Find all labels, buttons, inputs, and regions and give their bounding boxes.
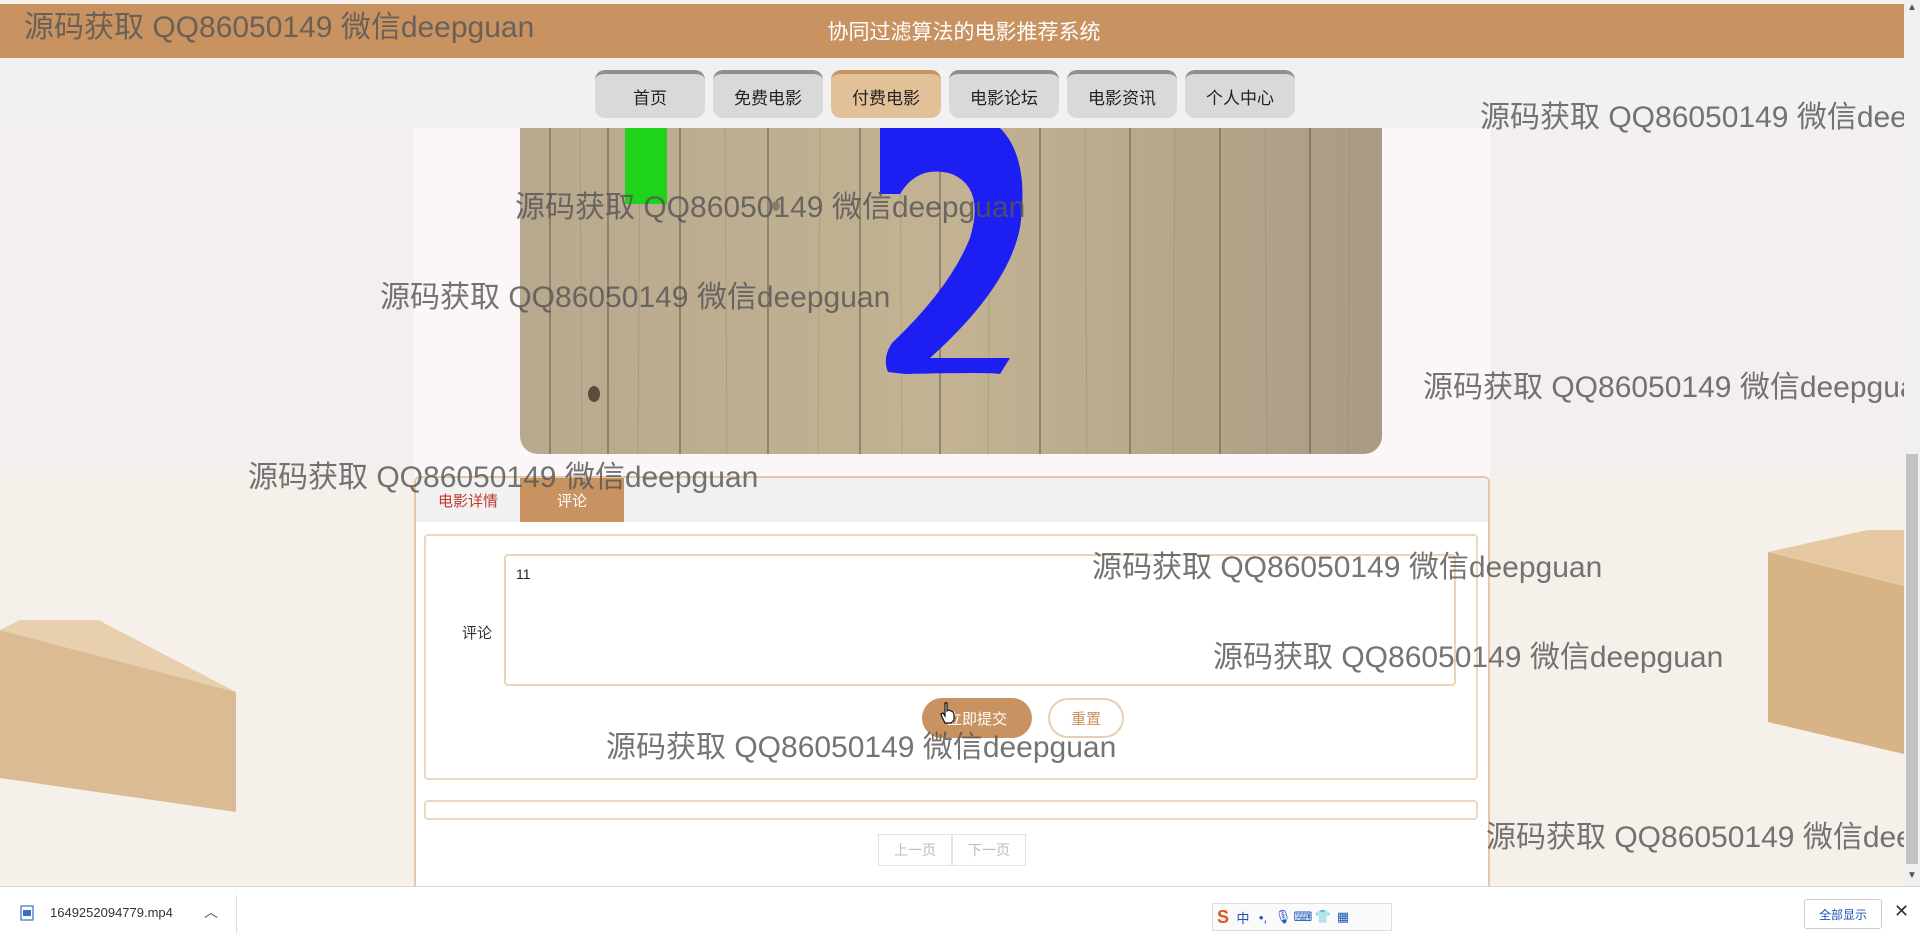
nav-item-news[interactable]: 电影资讯 [1067, 70, 1177, 118]
watermark: 源码获取 QQ86050149 微信deepguan [1092, 551, 1603, 584]
decorative-box-right [1768, 530, 1904, 754]
page-scrollbar[interactable]: ▲ ▼ [1904, 0, 1920, 886]
comment-label: 评论 [462, 625, 493, 642]
watermark: 源码获取 QQ86050149 微信deepguan [1480, 101, 1904, 134]
nav-item-paid-movies[interactable]: 付费电影 [831, 70, 941, 118]
page: 协同过滤算法的电影推荐系统 首页 免费电影 付费电影 电影论坛 电影资讯 个人中… [0, 0, 1904, 886]
nav-item-forum[interactable]: 电影论坛 [949, 70, 1059, 118]
scroll-down-icon[interactable]: ▼ [1907, 870, 1917, 881]
main-nav: 首页 免费电影 付费电影 电影论坛 电影资讯 个人中心 [595, 70, 1295, 118]
watermark: 源码获取 QQ86050149 微信deepguan [1213, 641, 1724, 674]
ime-mode-toggle[interactable]: 中 [1233, 906, 1253, 928]
video-file-icon [20, 905, 34, 921]
nav-item-home[interactable]: 首页 [595, 70, 705, 118]
ime-toolbar: S 中 •, 🎙 ⌨ 👕 ▦ [1212, 903, 1392, 931]
pagination: 上一页 下一页 [878, 834, 1026, 866]
detail-panel: 电影详情 评论 评论 立即提交 重置 上一页 下一页 [414, 476, 1490, 886]
watermark: 源码获取 QQ86050149 微信deepguan [1486, 821, 1904, 854]
chevron-up-icon[interactable]: ︿ [204, 902, 218, 922]
scrollbar-thumb[interactable] [1906, 454, 1918, 864]
watermark: 源码获取 QQ86050149 微信deepguan [606, 731, 1117, 764]
watermark: 源码获取 QQ86050149 微信deepguan [24, 11, 535, 44]
hand-cursor-icon [940, 702, 955, 724]
scroll-up-icon[interactable]: ▲ [1907, 2, 1917, 13]
show-all-button[interactable]: 全部显示 [1804, 899, 1882, 929]
download-bar: 1649252094779.mp4 ︿ S 中 •, 🎙 ⌨ 👕 ▦ 全部显示 … [0, 886, 1920, 941]
watermark: 源码获取 QQ86050149 微信deepguan [380, 281, 891, 314]
watermark: 源码获取 QQ86050149 微信deepguan [515, 191, 1026, 224]
microphone-icon[interactable]: 🎙 [1273, 906, 1293, 928]
download-file-name[interactable]: 1649252094779.mp4 [50, 905, 173, 920]
keyboard-icon[interactable]: ⌨ [1293, 906, 1313, 928]
punctuation-icon[interactable]: •, [1253, 906, 1273, 928]
comment-list [424, 800, 1478, 820]
toolbox-grid-icon[interactable]: ▦ [1333, 906, 1353, 928]
sogou-logo-icon[interactable]: S [1213, 906, 1233, 928]
nav-item-user-center[interactable]: 个人中心 [1185, 70, 1295, 118]
prev-page-button[interactable]: 上一页 [878, 834, 952, 866]
next-page-button[interactable]: 下一页 [952, 834, 1026, 866]
site-title: 协同过滤算法的电影推荐系统 [827, 21, 1101, 44]
divider [236, 895, 237, 933]
watermark: 源码获取 QQ86050149 微信deepguan [248, 461, 759, 494]
decorative-box-left [0, 620, 236, 812]
close-icon[interactable]: ✕ [1894, 901, 1909, 922]
nav-item-free-movies[interactable]: 免费电影 [713, 70, 823, 118]
skin-shirt-icon[interactable]: 👕 [1313, 906, 1333, 928]
watermark: 源码获取 QQ86050149 微信deepguan [1423, 371, 1904, 404]
